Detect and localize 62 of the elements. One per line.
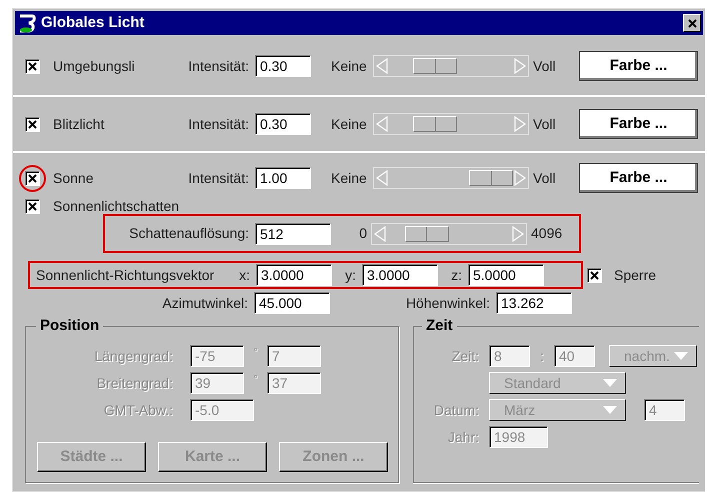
- slider[interactable]: [373, 55, 529, 77]
- angle-field[interactable]: 13.262: [496, 292, 572, 314]
- year-label: Jahr:: [446, 428, 479, 446]
- app-logo-icon: [17, 13, 37, 33]
- axis-label: z:: [450, 266, 462, 284]
- checkbox[interactable]: [587, 268, 602, 282]
- slider-thumb[interactable]: [404, 226, 449, 242]
- axis-label: x:: [238, 266, 250, 284]
- min-label: Keine: [331, 114, 368, 134]
- min-label: 0: [358, 224, 367, 243]
- light-label: Blitzlicht: [53, 114, 106, 134]
- max-label: Voll: [533, 168, 557, 188]
- checkbox[interactable]: [25, 170, 40, 186]
- intensity-label: Intensität:: [187, 56, 249, 76]
- close-button[interactable]: [683, 14, 701, 32]
- vector-label: Sonnenlicht-Richtungsvektor: [36, 266, 216, 285]
- checkbox[interactable]: [25, 58, 40, 74]
- resolution-label: Schattenauflösung:: [128, 224, 249, 243]
- shadow-label: Sonnenlichtschatten: [53, 196, 180, 216]
- max-label: Voll: [533, 114, 557, 134]
- slider-thumb[interactable]: [413, 58, 457, 74]
- dropdown-arrow-icon: [603, 379, 617, 387]
- color-button[interactable]: Farbe ...: [579, 163, 698, 193]
- max-label: 4096: [531, 224, 564, 243]
- light-label: Umgebungsli: [53, 56, 136, 76]
- vector-field[interactable]: 3.0000: [256, 264, 332, 286]
- degree-sign: °: [252, 373, 258, 387]
- gmt-label: GMT-Abw.:: [102, 400, 173, 420]
- max-label: Voll: [533, 56, 557, 76]
- close-icon: [688, 18, 696, 28]
- degree-sign: °: [252, 346, 258, 360]
- slider-thumb[interactable]: [413, 116, 457, 132]
- coordinate-label: Längengrad:: [93, 346, 173, 366]
- light-label: Sonne: [53, 168, 94, 188]
- min-label: Keine: [331, 168, 368, 188]
- dropdown-arrow-icon: [603, 406, 617, 414]
- resolution-field[interactable]: 512: [255, 222, 331, 244]
- min-label: Keine: [331, 56, 368, 76]
- intensity-label: Intensität:: [187, 168, 249, 188]
- color-button[interactable]: Farbe ...: [579, 109, 698, 139]
- intensity-field[interactable]: 1.00: [255, 167, 311, 189]
- checkbox[interactable]: [25, 198, 40, 214]
- angle-label: Azimutwinkel:: [161, 294, 248, 312]
- coordinate-label: Breitengrad:: [96, 374, 173, 393]
- intensity-field[interactable]: 0.30: [255, 55, 311, 77]
- vector-field[interactable]: 5.0000: [468, 264, 544, 286]
- axis-label: y:: [344, 266, 356, 285]
- dropdown-arrow-icon: [674, 352, 688, 360]
- lock-label: Sperre: [614, 266, 658, 285]
- intensity-field[interactable]: 0.30: [255, 113, 311, 135]
- time-label: Zeit:: [450, 346, 479, 366]
- time-separator: :: [539, 346, 545, 366]
- color-button[interactable]: Farbe ...: [579, 51, 698, 81]
- date-label: Datum:: [432, 400, 479, 420]
- slider[interactable]: [371, 222, 527, 244]
- angle-label: Höhenwinkel:: [404, 294, 490, 312]
- intensity-label: Intensität:: [187, 114, 249, 134]
- window-title: Globales Licht: [41, 12, 146, 33]
- vector-field[interactable]: 3.0000: [362, 264, 438, 286]
- slider[interactable]: [373, 113, 529, 135]
- angle-field[interactable]: 45.000: [254, 292, 330, 314]
- checkbox[interactable]: [25, 116, 40, 132]
